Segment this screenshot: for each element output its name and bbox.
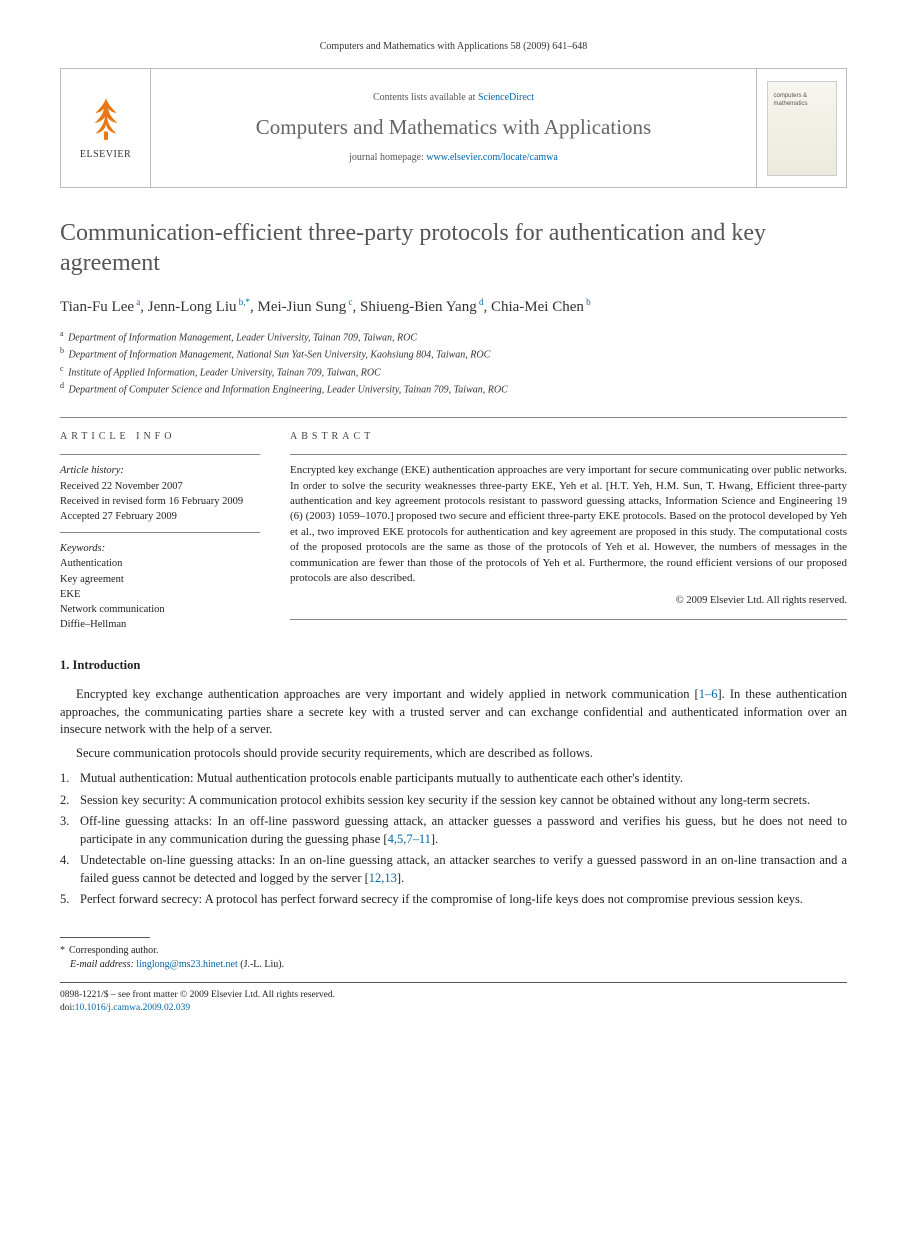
journal-cover-icon — [767, 81, 837, 176]
list-number: 1. — [60, 770, 80, 788]
article-title: Communication-efficient three-party prot… — [60, 218, 847, 278]
running-head: Computers and Mathematics with Applicati… — [60, 40, 847, 54]
citation-link[interactable]: 4,5,7–11 — [388, 832, 431, 846]
author-list: Tian-Fu Lee a, Jenn-Long Liu b,*, Mei-Ji… — [60, 296, 847, 318]
affiliation-line: d Department of Computer Science and Inf… — [60, 380, 847, 397]
intro-para-1: Encrypted key exchange authentication ap… — [60, 686, 847, 739]
author-name: Chia-Mei Chen — [491, 299, 584, 315]
affiliation-line: b Department of Information Management, … — [60, 345, 847, 362]
article-info-row: ARTICLE INFO Article history: Received 2… — [60, 417, 847, 632]
list-item: 4.Undetectable on-line guessing attacks:… — [60, 852, 847, 887]
doi-line: doi:10.1016/j.camwa.2009.02.039 — [60, 1002, 847, 1015]
homepage-prefix: journal homepage: — [349, 152, 426, 163]
email-link[interactable]: linglong@ms23.hinet.net — [136, 959, 237, 970]
author-name: Mei-Jiun Sung — [258, 299, 347, 315]
author-affil-sup: b,* — [237, 297, 251, 307]
keywords-block: Keywords: AuthenticationKey agreementEKE… — [60, 541, 260, 632]
list-body: Session key security: A communication pr… — [80, 792, 847, 810]
contents-prefix: Contents lists available at — [373, 92, 478, 103]
affiliation-line: c Institute of Applied Information, Lead… — [60, 363, 847, 380]
article-history: Article history: Received 22 November 20… — [60, 463, 260, 524]
star-icon: * — [60, 945, 65, 956]
publisher-name: ELSEVIER — [80, 148, 131, 162]
author-affil-sup: d — [477, 297, 484, 307]
list-item: 1.Mutual authentication: Mutual authenti… — [60, 770, 847, 788]
sciencedirect-link[interactable]: ScienceDirect — [478, 92, 534, 103]
affiliations: a Department of Information Management, … — [60, 328, 847, 397]
bottom-rule — [60, 982, 847, 983]
masthead-center: Contents lists available at ScienceDirec… — [151, 69, 756, 187]
list-item: 2.Session key security: A communication … — [60, 792, 847, 810]
doi-link[interactable]: 10.1016/j.camwa.2009.02.039 — [75, 1003, 190, 1013]
history-line: Received in revised form 16 February 200… — [60, 494, 260, 509]
cover-thumb-block — [756, 69, 846, 187]
copyright-block: 0898-1221/$ – see front matter © 2009 El… — [60, 989, 847, 1016]
footnote-rule — [60, 937, 150, 938]
corresponding-text: Corresponding author. — [69, 945, 158, 956]
author-name: Jenn-Long Liu — [148, 299, 237, 315]
issn-line: 0898-1221/$ – see front matter © 2009 El… — [60, 989, 847, 1002]
author-name: Shiueng-Bien Yang — [360, 299, 477, 315]
citation-link[interactable]: 1–6 — [699, 687, 718, 701]
keyword: Key agreement — [60, 572, 260, 587]
article-info-sidebar: ARTICLE INFO Article history: Received 2… — [60, 417, 260, 632]
keyword: EKE — [60, 587, 260, 602]
affiliation-line: a Department of Information Management, … — [60, 328, 847, 345]
list-number: 2. — [60, 792, 80, 810]
journal-name: Computers and Mathematics with Applicati… — [256, 113, 651, 142]
author-name: Tian-Fu Lee — [60, 299, 134, 315]
intro-para-2: Secure communication protocols should pr… — [60, 745, 847, 763]
email-who: (J.-L. Liu). — [240, 959, 284, 970]
list-item: 3.Off-line guessing attacks: In an off-l… — [60, 813, 847, 848]
list-number: 3. — [60, 813, 80, 848]
history-label: Article history: — [60, 463, 260, 478]
masthead: ELSEVIER Contents lists available at Sci… — [60, 68, 847, 188]
section-1-head: 1. Introduction — [60, 657, 847, 675]
requirements-list: 1.Mutual authentication: Mutual authenti… — [60, 770, 847, 909]
para1-pre: Encrypted key exchange authentication ap… — [76, 687, 699, 701]
article-info-head: ARTICLE INFO — [60, 430, 260, 444]
keyword: Diffie–Hellman — [60, 617, 260, 632]
abstract-copyright: © 2009 Elsevier Ltd. All rights reserved… — [290, 594, 847, 609]
history-line: Accepted 27 February 2009 — [60, 509, 260, 524]
list-body: Undetectable on-line guessing attacks: I… — [80, 852, 847, 887]
citation-link[interactable]: 12,13 — [369, 871, 397, 885]
email-label: E-mail address: — [70, 959, 134, 970]
list-number: 5. — [60, 891, 80, 909]
list-item: 5.Perfect forward secrecy: A protocol ha… — [60, 891, 847, 909]
publisher-logo-block: ELSEVIER — [61, 69, 151, 187]
doi-prefix: doi: — [60, 1003, 75, 1013]
list-body: Mutual authentication: Mutual authentica… — [80, 770, 847, 788]
contents-available-line: Contents lists available at ScienceDirec… — [373, 91, 534, 105]
journal-homepage-link[interactable]: www.elsevier.com/locate/camwa — [426, 152, 558, 163]
author-affil-sup: a — [134, 297, 140, 307]
keyword: Authentication — [60, 556, 260, 571]
list-body: Perfect forward secrecy: A protocol has … — [80, 891, 847, 909]
list-body: Off-line guessing attacks: In an off-lin… — [80, 813, 847, 848]
author-affil-sup: c — [346, 297, 352, 307]
keywords-label: Keywords: — [60, 541, 260, 556]
journal-homepage-line: journal homepage: www.elsevier.com/locat… — [349, 151, 558, 165]
abstract-head: ABSTRACT — [290, 430, 847, 444]
author-affil-sup: b — [584, 297, 591, 307]
elsevier-tree-icon — [85, 94, 127, 144]
list-number: 4. — [60, 852, 80, 887]
abstract-block: ABSTRACT Encrypted key exchange (EKE) au… — [290, 417, 847, 632]
history-line: Received 22 November 2007 — [60, 479, 260, 494]
corresponding-author-footnote: * Corresponding author. E-mail address: l… — [60, 944, 847, 972]
keyword: Network communication — [60, 602, 260, 617]
abstract-text: Encrypted key exchange (EKE) authenticat… — [290, 463, 847, 586]
